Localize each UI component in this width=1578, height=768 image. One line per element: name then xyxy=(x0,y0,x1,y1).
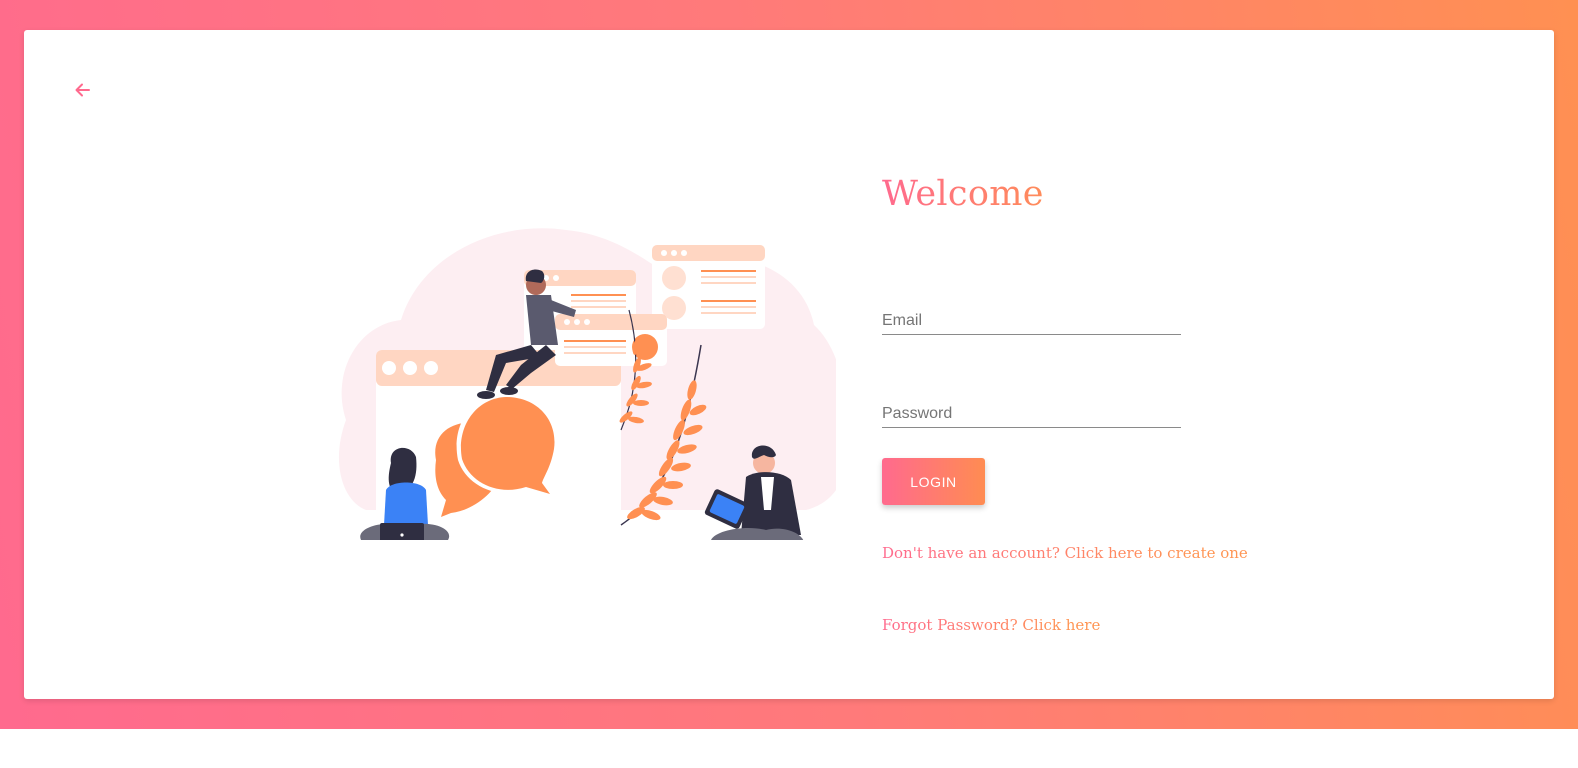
login-card: Welcome LOGIN Don't have an account? Cli… xyxy=(24,30,1554,699)
password-field[interactable] xyxy=(882,397,1181,428)
email-field[interactable] xyxy=(882,304,1181,335)
forgot-password-link[interactable]: Forgot Password? Click here xyxy=(882,615,1100,635)
back-button[interactable] xyxy=(71,79,95,101)
arrow-left-icon xyxy=(75,83,90,97)
signup-link[interactable]: Don't have an account? Click here to cre… xyxy=(882,543,1248,563)
email-input[interactable] xyxy=(882,312,1181,330)
page-title: Welcome xyxy=(882,170,1044,218)
login-button[interactable]: LOGIN xyxy=(882,458,985,505)
people-chatting-illustration xyxy=(339,228,836,540)
password-input[interactable] xyxy=(882,405,1181,423)
